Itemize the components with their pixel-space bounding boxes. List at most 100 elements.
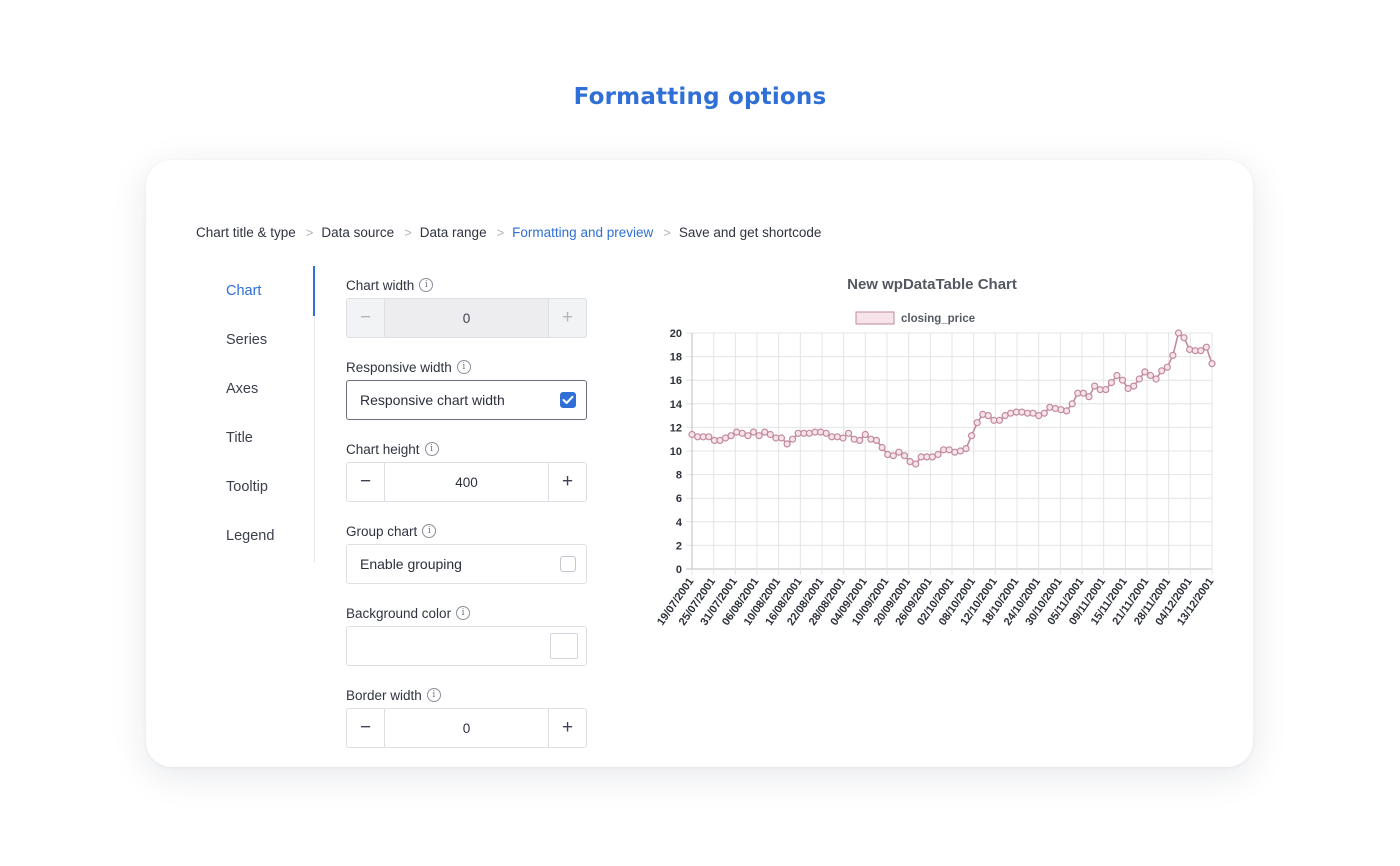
data-point	[1135, 375, 1143, 383]
responsive-width-label-text: Responsive width	[346, 359, 452, 375]
chart-settings-form: Chart width i − 0 + Responsive width i R…	[346, 276, 587, 748]
data-point	[1113, 371, 1121, 380]
breadcrumb-save-shortcode[interactable]: Save and get shortcode	[679, 225, 822, 240]
border-width-decrement-button[interactable]: −	[347, 709, 385, 747]
group-chart-checkbox[interactable]	[560, 556, 576, 572]
y-tick-label: 0	[676, 564, 682, 576]
data-point	[749, 428, 758, 436]
data-point	[934, 450, 942, 459]
breadcrumb-separator: >	[663, 224, 671, 240]
chart-width-input[interactable]: 0	[385, 299, 548, 337]
info-icon[interactable]: i	[422, 524, 437, 538]
data-point	[1007, 409, 1015, 417]
checkmark-icon	[562, 395, 574, 404]
data-point	[845, 429, 853, 437]
data-point	[1051, 404, 1059, 413]
legend-label[interactable]: closing_price	[901, 313, 975, 325]
data-point	[1046, 403, 1054, 411]
data-point	[833, 433, 841, 441]
responsive-width-toggle[interactable]: Responsive chart width	[346, 380, 587, 420]
responsive-width-checkbox[interactable]	[560, 392, 576, 408]
border-width-label-text: Border width	[346, 687, 422, 703]
data-point	[1057, 406, 1065, 414]
breadcrumb-separator: >	[404, 224, 412, 240]
side-nav-title[interactable]: Title	[226, 413, 316, 462]
data-point	[1185, 345, 1194, 354]
page-heading: Formatting options	[573, 84, 827, 110]
side-nav-legend[interactable]: Legend	[226, 511, 316, 560]
y-tick-label: 14	[670, 399, 683, 411]
data-point	[1063, 407, 1071, 415]
data-point	[1130, 382, 1138, 390]
chart-width-decrement-button[interactable]: −	[347, 299, 385, 337]
data-point	[705, 433, 713, 441]
data-point	[805, 429, 813, 437]
side-nav-tooltip[interactable]: Tooltip	[226, 462, 316, 511]
data-point	[817, 428, 825, 436]
y-tick-label: 18	[670, 352, 682, 364]
settings-card: Chart title & type > Data source > Data …	[146, 160, 1253, 767]
data-point	[900, 452, 909, 460]
data-point	[872, 436, 881, 444]
side-nav-axes[interactable]: Axes	[226, 364, 316, 413]
data-point	[822, 429, 830, 437]
background-color-input[interactable]	[346, 626, 587, 666]
data-point	[1208, 360, 1216, 368]
info-icon[interactable]: i	[456, 360, 471, 374]
breadcrumb-chart-title-type[interactable]: Chart title & type	[196, 225, 296, 240]
info-icon[interactable]: i	[456, 606, 471, 620]
group-chart-toggle[interactable]: Enable grouping	[346, 544, 587, 584]
chart-height-label-text: Chart height	[346, 441, 420, 457]
border-width-increment-button[interactable]: +	[548, 709, 586, 747]
y-tick-label: 8	[676, 470, 682, 482]
breadcrumb-separator: >	[305, 224, 314, 240]
breadcrumb-data-source[interactable]: Data source	[321, 225, 394, 240]
data-point	[878, 443, 886, 452]
info-icon[interactable]: i	[424, 442, 439, 456]
chart-preview: New wpDataTable Chart closing_price 0 2 4 6…	[636, 266, 1226, 656]
chart-height-stepper: − 400 +	[346, 462, 587, 502]
side-nav-active-indicator	[313, 266, 315, 316]
data-point	[1152, 375, 1160, 383]
side-nav-chart[interactable]: Chart	[226, 266, 316, 315]
chart-height-decrement-button[interactable]: −	[347, 463, 385, 501]
data-point	[1163, 363, 1171, 371]
data-point	[1180, 334, 1188, 342]
breadcrumb-data-range[interactable]: Data range	[420, 225, 487, 240]
legend-swatch	[855, 311, 895, 325]
border-width-input[interactable]: 0	[385, 709, 548, 747]
info-icon[interactable]: i	[426, 688, 441, 702]
data-point	[962, 445, 970, 453]
info-icon[interactable]: i	[419, 278, 434, 292]
chart-width-stepper: − 0 +	[346, 298, 587, 338]
data-point	[951, 448, 959, 456]
data-point	[1174, 329, 1183, 337]
chart-width-increment-button[interactable]: +	[548, 299, 586, 337]
color-swatch[interactable]	[550, 633, 578, 659]
data-point	[1068, 400, 1076, 408]
data-point	[984, 412, 992, 420]
y-tick-label: 10	[670, 446, 682, 458]
data-point	[727, 432, 735, 440]
border-width-stepper: − 0 +	[346, 708, 587, 748]
chart-title: New wpDataTable Chart	[847, 276, 1017, 293]
y-tick-label: 20	[670, 328, 682, 340]
data-point	[1169, 351, 1177, 360]
side-nav-series[interactable]: Series	[226, 315, 316, 364]
side-nav: Chart Series Axes Title Tooltip Legend	[226, 266, 316, 560]
data-point	[895, 448, 903, 456]
group-chart-label-text: Group chart	[346, 523, 418, 539]
responsive-width-option-label: Responsive chart width	[360, 392, 505, 408]
data-point	[1102, 385, 1110, 394]
data-point	[867, 435, 875, 443]
chart-height-label: Chart height i	[346, 440, 587, 458]
data-point	[777, 434, 786, 442]
data-point	[789, 435, 797, 443]
data-point	[1079, 389, 1087, 397]
chart-height-input[interactable]: 400	[385, 463, 548, 501]
chart-height-increment-button[interactable]: +	[548, 463, 586, 501]
data-point	[1085, 393, 1093, 401]
border-width-label: Border width i	[346, 686, 587, 704]
data-point	[839, 434, 847, 442]
breadcrumb-formatting-preview[interactable]: Formatting and preview	[512, 225, 653, 240]
